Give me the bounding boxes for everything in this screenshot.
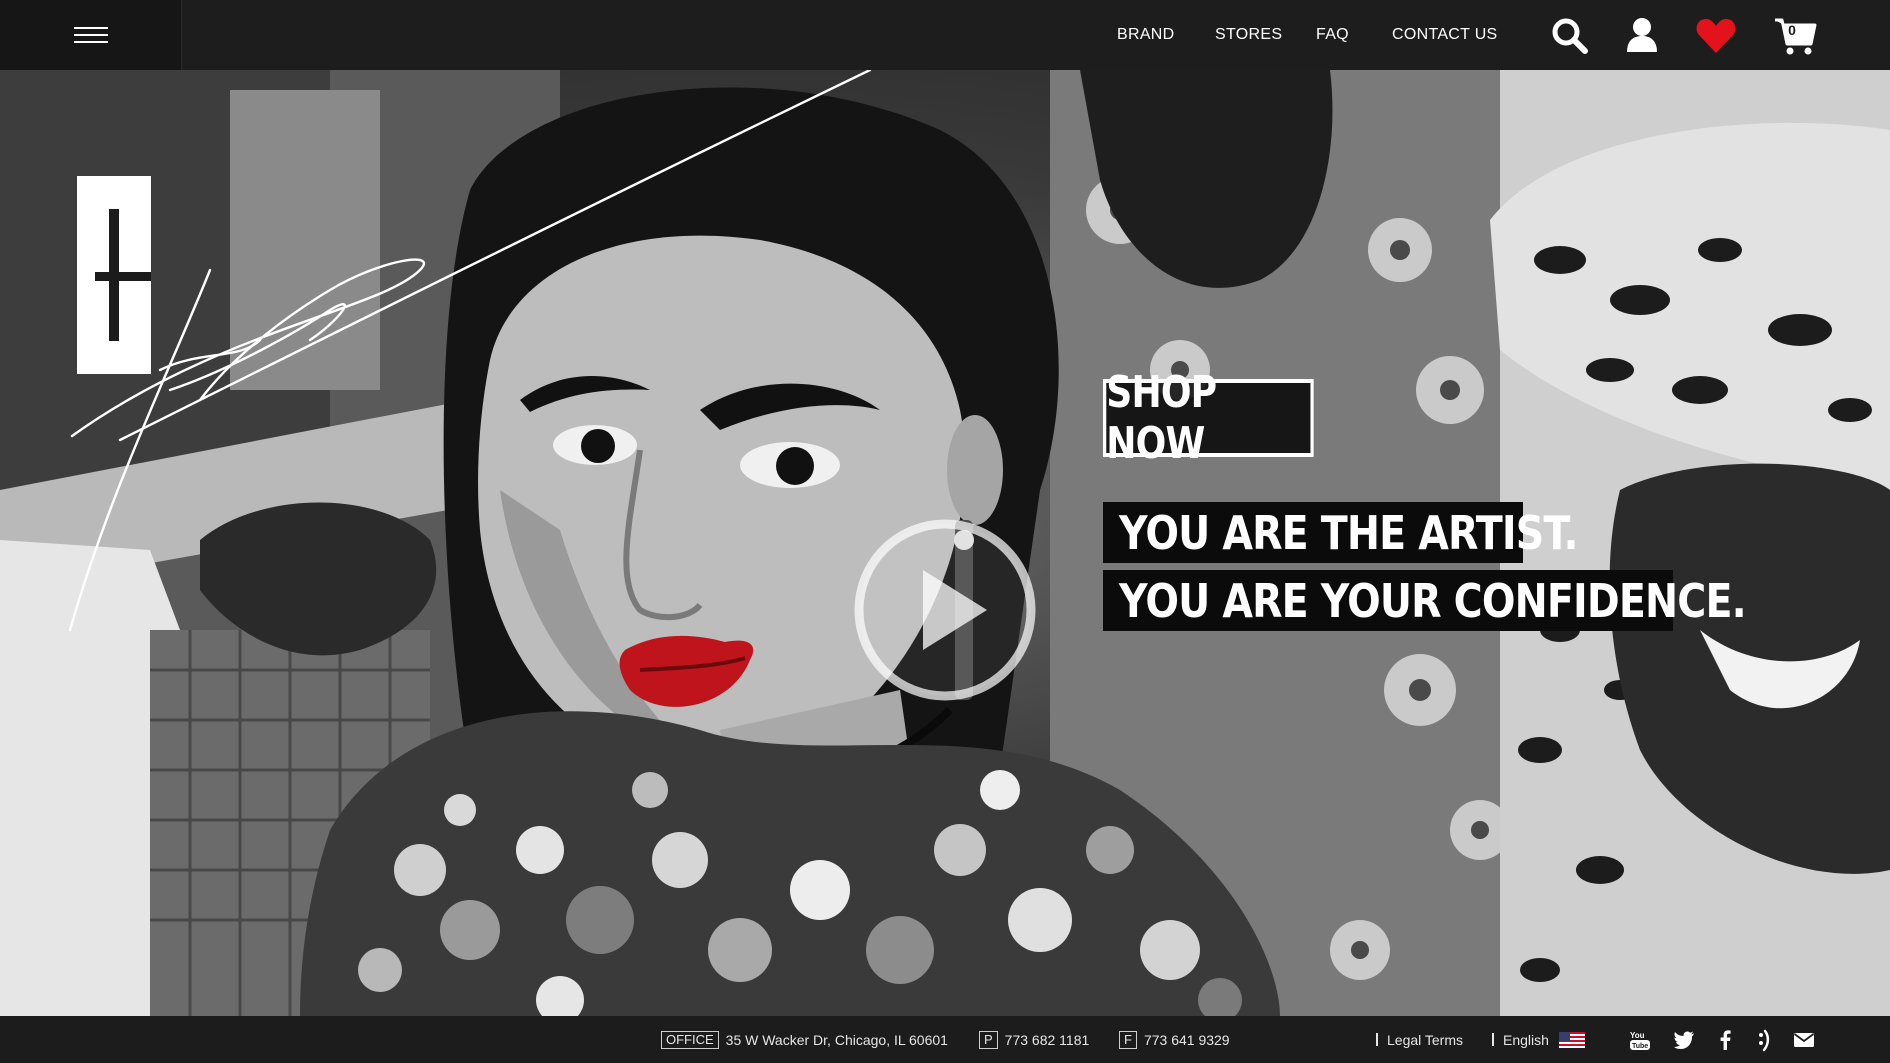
facebook-icon[interactable] <box>1713 1028 1737 1052</box>
vine-icon[interactable] <box>1751 1028 1775 1052</box>
shop-now-button[interactable]: SHOP NOW <box>1103 367 1314 469</box>
menu-block <box>0 0 182 70</box>
svg-text:Tube: Tube <box>1632 1043 1648 1050</box>
nav-item-stores[interactable]: STORES <box>1215 26 1282 44</box>
user-icon[interactable] <box>1620 14 1664 58</box>
hero-tagline-1: YOU ARE THE ARTIST. <box>1103 502 1579 563</box>
brand-logo[interactable] <box>77 176 151 374</box>
phone-number: P 773 682 1181 <box>979 1016 1089 1063</box>
cart-count-badge: 0 <box>1788 22 1796 38</box>
hero-tagline-2: YOU ARE YOUR CONFIDENCE. <box>1103 570 1747 631</box>
svg-text:You: You <box>1630 1031 1645 1040</box>
nav-item-brand[interactable]: BRAND <box>1117 26 1175 44</box>
mail-icon[interactable] <box>1792 1028 1816 1052</box>
hero-banner <box>0 70 1890 1016</box>
fax-number: F 773 641 9329 <box>1119 1016 1230 1063</box>
nav-item-contact-us[interactable]: CONTACT US <box>1392 26 1498 44</box>
office-address: OFFICE 35 W Wacker Dr, Chicago, IL 60601 <box>661 1016 948 1063</box>
twitter-icon[interactable] <box>1672 1028 1696 1052</box>
legal-terms-label: Legal Terms <box>1387 1031 1464 1048</box>
menu-icon[interactable] <box>74 27 108 43</box>
top-navigation-bar: BRAND STORES FAQ CONTACT US 0 <box>0 0 1890 70</box>
office-label: OFFICE <box>661 1030 719 1049</box>
phone-label: P <box>979 1030 998 1049</box>
divider <box>1376 1033 1378 1046</box>
nav-item-faq[interactable]: FAQ <box>1316 26 1349 44</box>
language-selector[interactable]: English <box>1492 1016 1585 1063</box>
search-icon[interactable] <box>1548 14 1592 58</box>
heart-icon[interactable] <box>1694 14 1738 58</box>
legal-terms-link[interactable]: Legal Terms <box>1376 1016 1463 1063</box>
us-flag-icon <box>1558 1031 1585 1048</box>
play-video-button[interactable] <box>851 516 1039 704</box>
fax-label: F <box>1119 1030 1137 1049</box>
divider <box>1492 1033 1494 1046</box>
footer-bar: OFFICE 35 W Wacker Dr, Chicago, IL 60601… <box>0 1016 1890 1063</box>
office-address-text: 35 W Wacker Dr, Chicago, IL 60601 <box>725 1031 948 1048</box>
fax-text: 773 641 9329 <box>1143 1031 1230 1048</box>
youtube-icon[interactable]: You Tube <box>1628 1028 1652 1052</box>
phone-text: 773 682 1181 <box>1004 1031 1090 1048</box>
language-label: English <box>1503 1031 1549 1048</box>
